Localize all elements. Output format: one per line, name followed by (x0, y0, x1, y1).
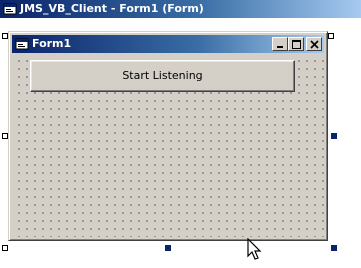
close-button[interactable] (306, 37, 322, 51)
designer-titlebar[interactable]: JMS_VB_Client - Form1 (Form) (0, 0, 361, 18)
close-icon (310, 40, 319, 49)
form-icon (15, 38, 29, 50)
minimize-icon (277, 46, 283, 48)
resize-handle-bottom-center[interactable] (165, 245, 171, 251)
resize-handle-bottom-right[interactable] (331, 245, 337, 251)
start-listening-button[interactable]: Start Listening (30, 60, 295, 92)
ide-form-designer-window: JMS_VB_Client - Form1 (Form) Form1 Start… (0, 0, 361, 268)
form1-window[interactable]: Form1 Start Listening (8, 31, 328, 241)
form-icon (3, 3, 17, 15)
designer-title: JMS_VB_Client - Form1 (Form) (20, 2, 204, 15)
form1-title: Form1 (32, 37, 72, 50)
resize-handle-top-right (328, 33, 334, 39)
maximize-icon (292, 40, 301, 49)
form1-titlebar[interactable]: Form1 (12, 35, 324, 53)
minimize-button[interactable] (272, 37, 288, 51)
caption-buttons (272, 37, 322, 51)
form1-client-area[interactable]: Start Listening (12, 54, 324, 237)
resize-handle-middle-right[interactable] (331, 133, 337, 139)
resize-handle-bottom-left (2, 245, 8, 251)
maximize-button[interactable] (288, 37, 304, 51)
mouse-cursor-icon (247, 238, 262, 260)
